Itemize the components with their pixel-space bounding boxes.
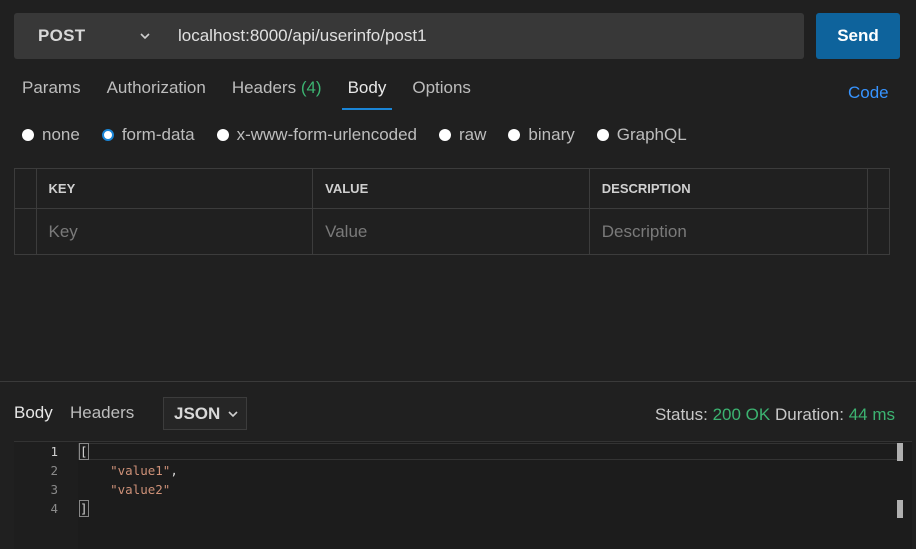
code-line: "value2" <box>80 482 170 497</box>
status-value: 200 OK <box>712 405 771 424</box>
current-line-highlight <box>78 443 898 460</box>
request-bar: POST <box>14 13 804 59</box>
tab-body[interactable]: Body <box>341 76 393 112</box>
code-line: "value1", <box>110 463 178 478</box>
response-status: Status: 200 OK Duration: 44 ms <box>655 405 895 425</box>
radio-button[interactable] <box>596 129 609 141</box>
radio-label: GraphQL <box>616 125 687 144</box>
radio-label: binary <box>528 125 575 144</box>
table-header-row: KEY VALUE DESCRIPTION <box>14 168 890 209</box>
code-line: [ <box>79 443 89 460</box>
string-value: "value2" <box>110 482 171 497</box>
radio-none[interactable]: none <box>22 125 80 145</box>
line-number: 4 <box>50 501 58 516</box>
radio-button-selected[interactable] <box>101 129 114 141</box>
scrollbar-marker[interactable] <box>897 500 903 518</box>
line-number: 2 <box>50 463 58 478</box>
status-label: Status: <box>654 405 708 424</box>
radio-label: raw <box>459 125 487 144</box>
line-number: 1 <box>50 444 58 459</box>
radio-label: x-www-form-urlencoded <box>236 125 418 144</box>
tab-headers-label: Headers <box>231 78 297 97</box>
checkbox-column-header <box>14 168 37 209</box>
format-label: JSON <box>174 403 221 423</box>
radio-raw[interactable]: raw <box>439 125 486 145</box>
headers-count: (4) <box>300 78 322 97</box>
pane-divider[interactable] <box>0 381 916 382</box>
line-number: 3 <box>50 482 58 497</box>
radio-label: form-data <box>121 125 195 144</box>
column-header-description: DESCRIPTION <box>588 168 869 209</box>
tab-headers[interactable]: Headers (4) <box>232 76 322 112</box>
response-format-select[interactable]: JSON <box>163 397 247 430</box>
response-tab-headers[interactable]: Headers <box>70 403 134 423</box>
table-row <box>14 208 890 255</box>
code-link[interactable]: Code <box>848 83 889 103</box>
response-tab-body[interactable]: Body <box>14 403 53 423</box>
row-actions-cell <box>867 208 890 255</box>
code-line: ] <box>79 500 89 517</box>
tab-options[interactable]: Options <box>412 76 471 112</box>
column-header-value: VALUE <box>312 168 590 209</box>
radio-button[interactable] <box>22 129 34 141</box>
scrollbar-marker[interactable] <box>897 443 903 461</box>
body-type-radios: none form-data x-www-form-urlencoded raw… <box>22 125 709 145</box>
open-bracket: [ <box>79 443 89 460</box>
chevron-down-icon <box>140 33 150 40</box>
duration-label: Duration: <box>774 405 844 424</box>
radio-graphql[interactable]: GraphQL <box>596 125 687 145</box>
line-number-gutter: 1 2 3 4 <box>14 442 78 549</box>
tab-authorization[interactable]: Authorization <box>107 76 206 112</box>
request-tabs: Params Authorization Headers (4) Body Op… <box>22 76 497 112</box>
radio-label: none <box>42 125 80 144</box>
duration-value: 44 ms <box>848 405 895 424</box>
radio-button[interactable] <box>216 129 229 141</box>
send-button[interactable]: Send <box>816 13 900 59</box>
value-input[interactable] <box>313 211 589 252</box>
chevron-down-icon <box>228 410 238 417</box>
description-cell <box>588 208 869 255</box>
method-select[interactable]: POST <box>14 13 162 59</box>
form-data-table: KEY VALUE DESCRIPTION <box>14 168 890 255</box>
tab-params[interactable]: Params <box>22 76 81 112</box>
close-bracket: ] <box>79 500 89 517</box>
row-checkbox-cell <box>14 208 37 255</box>
radio-form-data[interactable]: form-data <box>101 125 195 145</box>
value-cell <box>312 208 590 255</box>
radio-button[interactable] <box>439 129 452 141</box>
description-input[interactable] <box>589 211 868 252</box>
method-label: POST <box>38 26 86 45</box>
radio-urlencoded[interactable]: x-www-form-urlencoded <box>216 125 418 145</box>
url-input[interactable] <box>162 13 804 59</box>
string-value: "value1" <box>110 463 171 478</box>
radio-button[interactable] <box>508 129 521 141</box>
response-editor[interactable]: 1 2 3 4 [ "value1", "value2" ] <box>14 441 912 549</box>
radio-binary[interactable]: binary <box>508 125 575 145</box>
column-header-key: KEY <box>35 168 314 209</box>
actions-column-header <box>867 168 890 209</box>
key-cell <box>35 208 314 255</box>
key-input[interactable] <box>36 211 313 252</box>
